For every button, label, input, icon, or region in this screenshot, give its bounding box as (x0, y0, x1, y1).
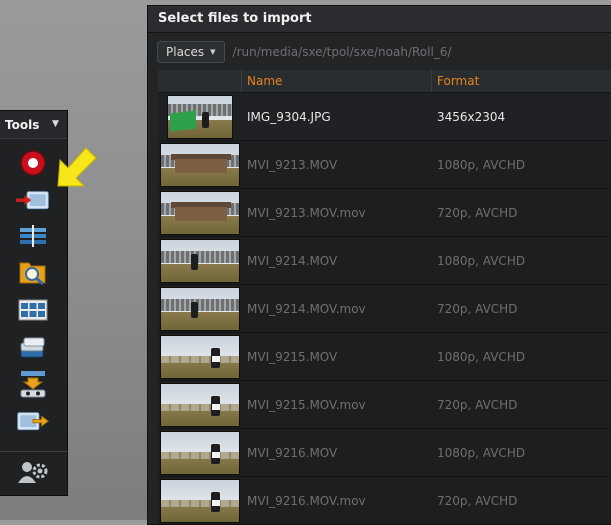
file-format: 720p, AVCHD (437, 493, 518, 508)
media-browser-icon[interactable] (16, 257, 50, 287)
import-dialog: Select files to import Places ▼ /run/med… (147, 5, 611, 525)
file-thumbnail (160, 478, 240, 523)
thumbnail-cell (158, 93, 242, 141)
file-thumbnail (160, 286, 240, 331)
users-settings-icon[interactable] (16, 457, 50, 487)
thumbnail-cell (158, 141, 242, 189)
file-format: 3456x2304 (437, 109, 506, 124)
grid-view-icon[interactable] (16, 295, 50, 325)
thumbnail-cell (158, 333, 242, 381)
pointer-arrow-icon (57, 147, 97, 187)
file-thumbnail (160, 382, 240, 427)
thumbnail-cell (158, 237, 242, 285)
file-thumbnail (160, 430, 240, 475)
file-name: MVI_9215.MOV (247, 349, 338, 364)
file-row[interactable]: MVI_9215.MOV.mov 720p, AVCHD (158, 381, 611, 429)
file-list-header: Name Format (158, 70, 611, 93)
thumbnail-column-header[interactable] (158, 70, 242, 92)
file-format: 720p, AVCHD (437, 397, 518, 412)
path-bar: Places ▼ /run/media/sxe/tpol/sxe/noah/Ro… (157, 41, 611, 63)
file-name: MVI_9213.MOV.mov (247, 205, 366, 220)
file-row[interactable]: IMG_9304.JPG 3456x2304 (158, 93, 611, 141)
thumbnail-cell (158, 285, 242, 333)
file-name: IMG_9304.JPG (247, 109, 331, 124)
file-name: MVI_9214.MOV (247, 253, 338, 268)
file-row[interactable]: MVI_9213.MOV.mov 720p, AVCHD (158, 189, 611, 237)
file-thumbnail (160, 142, 240, 187)
file-name: MVI_9213.MOV (247, 157, 338, 172)
thumbnail-cell (158, 381, 242, 429)
collapse-icon[interactable]: ▼ (50, 119, 61, 130)
file-list: Name Format IMG_9304.JPG 3456x2304 MVI_921… (158, 70, 611, 525)
file-thumbnail (160, 238, 240, 283)
file-row[interactable]: MVI_9215.MOV 1080p, AVCHD (158, 333, 611, 381)
places-label: Places (166, 45, 205, 59)
file-format: 720p, AVCHD (437, 205, 518, 220)
file-format: 1080p, AVCHD (437, 253, 526, 268)
name-column-header[interactable]: Name (242, 70, 432, 92)
current-path: /run/media/sxe/tpol/sxe/noah/Roll_6/ (232, 45, 452, 59)
thumbnail-cell (158, 429, 242, 477)
places-dropdown[interactable]: Places ▼ (157, 41, 225, 63)
file-name: MVI_9214.MOV.mov (247, 301, 366, 316)
file-format: 1080p, AVCHD (437, 157, 526, 172)
stack-layers-icon[interactable] (16, 333, 50, 363)
file-format: 720p, AVCHD (437, 301, 518, 316)
thumbnail-cell (158, 477, 242, 525)
format-column-header[interactable]: Format (432, 70, 611, 92)
file-name: MVI_9216.MOV (247, 445, 338, 460)
render-queue-icon[interactable] (16, 369, 50, 399)
file-format: 1080p, AVCHD (437, 349, 526, 364)
export-icon[interactable] (16, 407, 50, 437)
chevron-down-icon: ▼ (210, 48, 216, 56)
file-row[interactable]: MVI_9213.MOV 1080p, AVCHD (158, 141, 611, 189)
dialog-title: Select files to import (148, 6, 611, 33)
timeline-icon[interactable] (16, 221, 50, 251)
file-row[interactable]: MVI_9216.MOV 1080p, AVCHD (158, 429, 611, 477)
record-icon[interactable] (16, 148, 50, 178)
file-row[interactable]: MVI_9216.MOV.mov 720p, AVCHD (158, 477, 611, 525)
file-thumbnail (167, 94, 233, 139)
file-rows: IMG_9304.JPG 3456x2304 MVI_9213.MOV 1080p, … (158, 93, 611, 525)
file-row[interactable]: MVI_9214.MOV.mov 720p, AVCHD (158, 285, 611, 333)
file-name: MVI_9216.MOV.mov (247, 493, 366, 508)
tools-separator (0, 451, 67, 452)
file-thumbnail (160, 190, 240, 235)
file-row[interactable]: MVI_9214.MOV 1080p, AVCHD (158, 237, 611, 285)
file-name: MVI_9215.MOV.mov (247, 397, 366, 412)
thumbnail-cell (158, 189, 242, 237)
file-thumbnail (160, 334, 240, 379)
tools-panel-title: Tools (5, 117, 40, 132)
file-format: 1080p, AVCHD (437, 445, 526, 460)
tools-panel-header[interactable]: Tools ▼ (0, 111, 67, 139)
import-icon[interactable] (16, 186, 50, 216)
